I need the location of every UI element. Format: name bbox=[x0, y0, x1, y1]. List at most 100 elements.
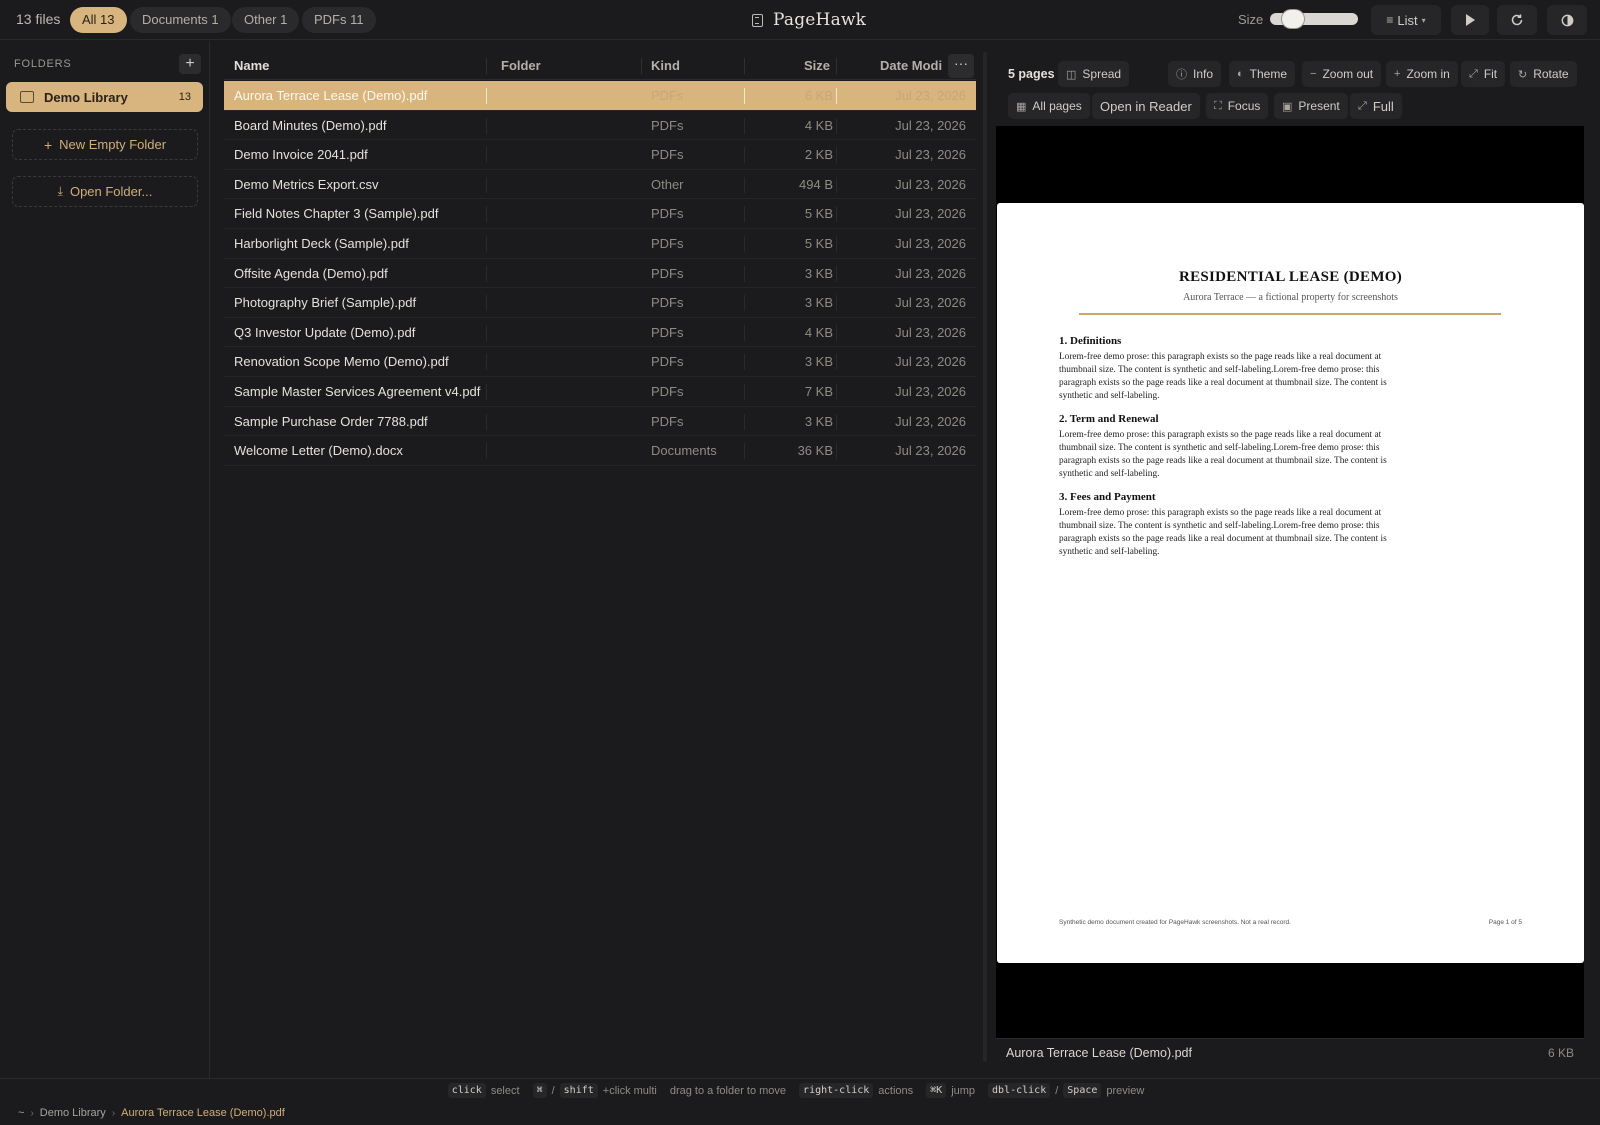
focus-button[interactable]: ⛶ Focus bbox=[1206, 93, 1269, 119]
column-divider bbox=[486, 443, 487, 460]
zoom-out-label: Zoom out bbox=[1322, 67, 1374, 81]
column-header-size[interactable]: Size bbox=[804, 58, 830, 73]
file-size: 3 KB bbox=[804, 354, 833, 370]
file-date: Jul 23, 2026 bbox=[895, 206, 966, 222]
hint-key: ⌘K bbox=[926, 1083, 947, 1098]
column-divider bbox=[744, 295, 745, 312]
filter-other[interactable]: Other 1 bbox=[232, 7, 300, 33]
table-row[interactable]: Photography Brief (Sample).pdf PDFs 3 KB Ju… bbox=[224, 288, 976, 318]
all-pages-button[interactable]: ▦ All pages bbox=[1008, 93, 1090, 119]
table-row[interactable]: Field Notes Chapter 3 (Sample).pdf PDFs 5 … bbox=[224, 199, 976, 229]
column-header-name[interactable]: Name bbox=[234, 58, 269, 73]
folder-item-demo-library[interactable]: Demo Library 13 bbox=[6, 82, 203, 112]
column-divider bbox=[836, 383, 837, 400]
view-mode-button[interactable]: ≡ List ▾ bbox=[1371, 5, 1441, 35]
file-size: 4 KB bbox=[804, 324, 833, 340]
table-row[interactable]: Sample Purchase Order 7788.pdf PDFs 3 KB Ju… bbox=[224, 407, 976, 437]
size-slider-handle[interactable] bbox=[1281, 10, 1304, 28]
refresh-button[interactable] bbox=[1497, 5, 1537, 35]
column-resize-handle[interactable] bbox=[836, 58, 837, 74]
breadcrumb-current-file[interactable]: Aurora Terrace Lease (Demo).pdf bbox=[121, 1107, 285, 1119]
column-resize-handle[interactable] bbox=[486, 58, 487, 74]
play-button[interactable] bbox=[1451, 5, 1489, 35]
full-button[interactable]: ⤢ Full bbox=[1350, 93, 1402, 119]
column-divider bbox=[836, 88, 837, 104]
file-date: Jul 23, 2026 bbox=[895, 265, 966, 281]
column-divider bbox=[486, 265, 487, 282]
file-size: 3 KB bbox=[804, 265, 833, 281]
file-date: Jul 23, 2026 bbox=[895, 295, 966, 311]
rotate-button[interactable]: ↻ Rotate bbox=[1510, 61, 1577, 87]
file-name: Demo Metrics Export.csv bbox=[234, 176, 379, 192]
filter-documents[interactable]: Documents 1 bbox=[130, 7, 231, 33]
column-header-folder[interactable]: Folder bbox=[501, 58, 541, 73]
file-name: Aurora Terrace Lease (Demo).pdf bbox=[234, 88, 428, 103]
breadcrumb-folder[interactable]: Demo Library bbox=[40, 1107, 106, 1119]
filter-all[interactable]: All 13 bbox=[70, 7, 127, 33]
table-row[interactable]: Aurora Terrace Lease (Demo).pdf PDFs 6 KB J… bbox=[224, 81, 976, 111]
column-divider bbox=[836, 413, 837, 430]
column-divider bbox=[836, 324, 837, 341]
hint-key: Space bbox=[1063, 1083, 1102, 1098]
download-icon: ⤓ bbox=[57, 184, 63, 198]
fit-button[interactable]: ⤢ Fit bbox=[1461, 61, 1506, 87]
section-heading: 1. Definitions bbox=[1059, 335, 1122, 347]
add-folder-button[interactable]: + bbox=[179, 54, 201, 74]
fit-label: Fit bbox=[1483, 67, 1498, 81]
open-in-reader-button[interactable]: Open in Reader bbox=[1092, 93, 1200, 119]
column-divider bbox=[836, 117, 837, 134]
pane-splitter[interactable] bbox=[983, 52, 987, 1062]
column-divider bbox=[836, 354, 837, 371]
file-kind: PDFs bbox=[651, 88, 684, 103]
column-resize-handle[interactable] bbox=[744, 58, 745, 74]
size-label: Size bbox=[1238, 12, 1264, 27]
new-empty-folder-button[interactable]: + New Empty Folder bbox=[12, 129, 198, 160]
table-row[interactable]: Demo Metrics Export.csv Other 494 B Jul 23,… bbox=[224, 170, 976, 200]
table-row[interactable]: Sample Master Services Agreement v4.pdf P… bbox=[224, 377, 976, 407]
table-row[interactable]: Harborlight Deck (Sample).pdf PDFs 5 KB Jul… bbox=[224, 229, 976, 259]
table-row[interactable]: Demo Invoice 2041.pdf PDFs 2 KB Jul 23, 202… bbox=[224, 140, 976, 170]
column-header-kind[interactable]: Kind bbox=[651, 58, 680, 73]
column-resize-handle[interactable] bbox=[641, 58, 642, 74]
column-divider bbox=[836, 176, 837, 193]
open-folder-button[interactable]: ⤓ Open Folder... bbox=[12, 176, 198, 207]
table-row[interactable]: Offsite Agenda (Demo).pdf PDFs 3 KB Jul 23,… bbox=[224, 259, 976, 289]
file-kind: PDFs bbox=[651, 117, 684, 133]
column-divider bbox=[486, 117, 487, 134]
list-icon: ≡ bbox=[1386, 13, 1394, 27]
document-page[interactable]: RESIDENTIAL LEASE (DEMO) Aurora Terrace … bbox=[997, 203, 1584, 963]
info-label: Info bbox=[1193, 67, 1214, 81]
file-size: 3 KB bbox=[804, 295, 833, 311]
file-date: Jul 23, 2026 bbox=[895, 383, 966, 399]
table-header: Name Folder Kind Size Date Modi ··· bbox=[224, 52, 976, 80]
column-divider bbox=[836, 147, 837, 164]
theme-button[interactable]: ◐ Theme bbox=[1229, 61, 1296, 87]
zoom-out-button[interactable]: − Zoom out bbox=[1302, 61, 1382, 87]
column-divider bbox=[836, 206, 837, 223]
plus-icon: + bbox=[43, 136, 53, 153]
open-folder-label: Open Folder... bbox=[69, 184, 153, 199]
new-folder-label: New Empty Folder bbox=[59, 137, 167, 152]
file-name: Field Notes Chapter 3 (Sample).pdf bbox=[234, 206, 439, 222]
column-divider bbox=[486, 383, 487, 400]
table-row[interactable]: Welcome Letter (Demo).docx Documents 36 KB… bbox=[224, 436, 976, 466]
breadcrumb: ~ › Demo Library › Aurora Terrace Lease … bbox=[18, 1105, 285, 1121]
hint-text: select bbox=[490, 1084, 520, 1097]
column-options-button[interactable]: ··· bbox=[948, 54, 974, 78]
theme-toggle-button[interactable] bbox=[1547, 5, 1587, 35]
column-header-date[interactable]: Date Modi bbox=[880, 58, 942, 73]
present-label: Present bbox=[1298, 99, 1340, 113]
file-size: 7 KB bbox=[804, 383, 833, 399]
minus-icon: − bbox=[1310, 68, 1317, 80]
filter-pdfs[interactable]: PDFs 11 bbox=[302, 7, 376, 33]
table-row[interactable]: Renovation Scope Memo (Demo).pdf PDFs 3 KB… bbox=[224, 347, 976, 377]
zoom-in-button[interactable]: + Zoom in bbox=[1386, 61, 1458, 87]
breadcrumb-home[interactable]: ~ bbox=[18, 1107, 24, 1119]
table-row[interactable]: Q3 Investor Update (Demo).pdf PDFs 4 KB Jul… bbox=[224, 318, 976, 348]
section-heading: 3. Fees and Payment bbox=[1059, 491, 1156, 503]
spread-button[interactable]: ◫ Spread bbox=[1058, 61, 1130, 87]
document-divider bbox=[1079, 313, 1501, 315]
info-button[interactable]: ⓘ Info bbox=[1168, 61, 1222, 87]
table-row[interactable]: Board Minutes (Demo).pdf PDFs 4 KB Jul 23, … bbox=[224, 111, 976, 141]
present-button[interactable]: ▣ Present bbox=[1274, 93, 1348, 119]
